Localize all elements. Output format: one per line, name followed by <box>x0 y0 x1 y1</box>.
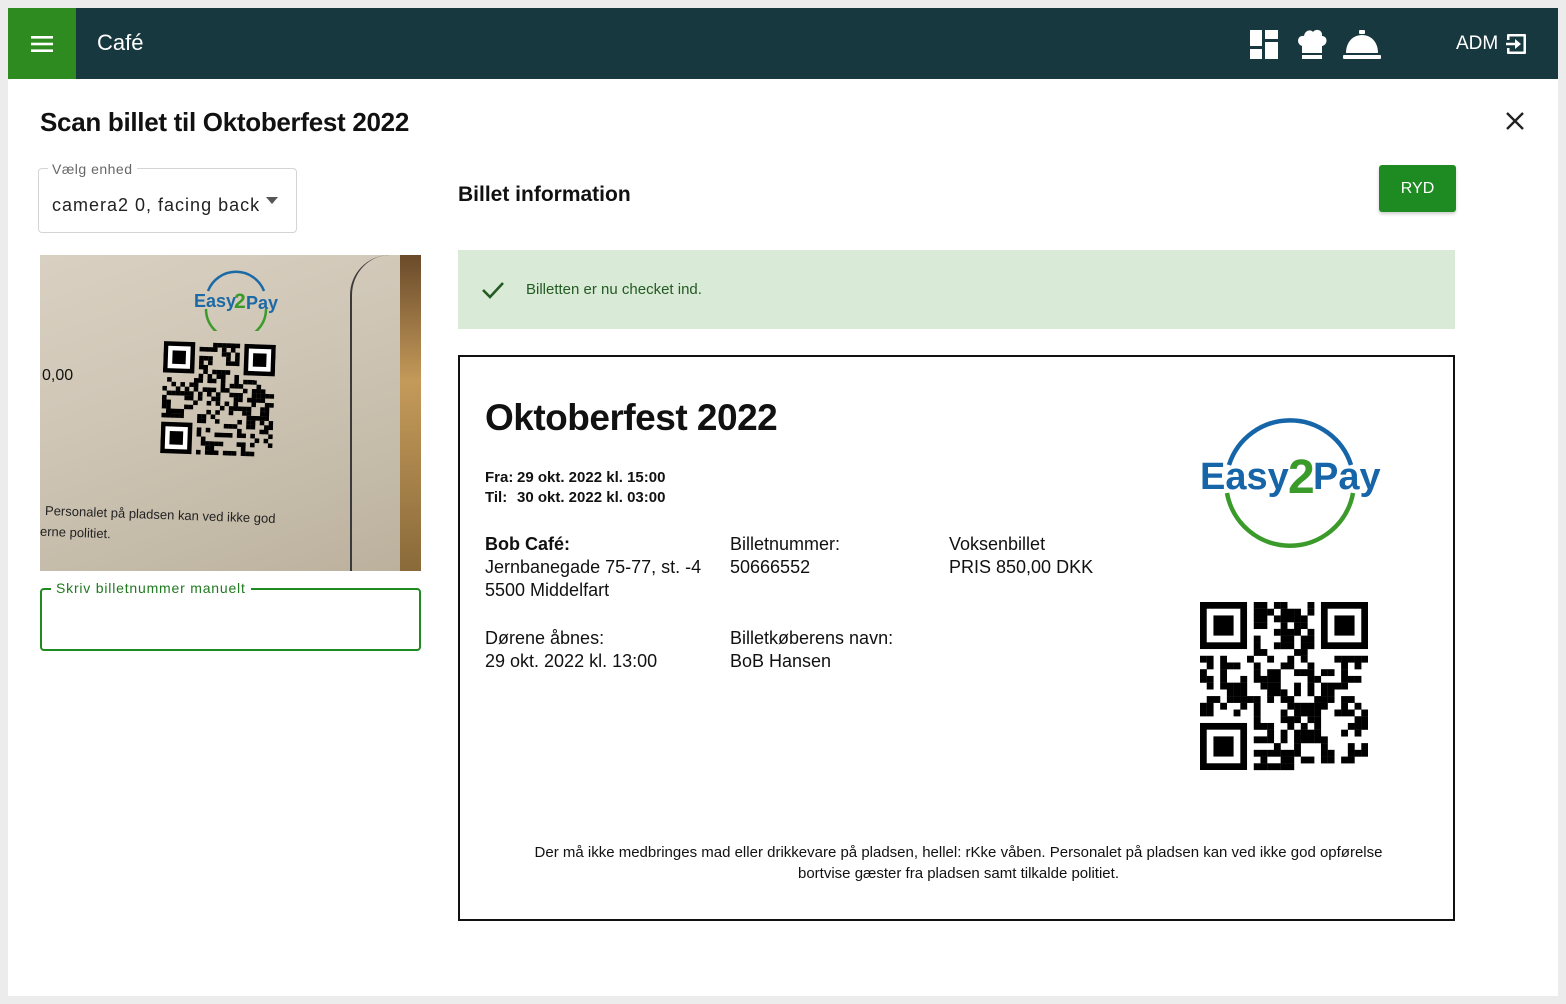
dialog-title: Scan billet til Oktoberfest 2022 <box>40 107 409 137</box>
ticket-number-block: Billetnummer: 50666552 <box>730 533 840 579</box>
table-edge <box>400 255 421 571</box>
camera-price-fragment: 0,00 <box>42 367 74 384</box>
chevron-down-icon <box>266 197 278 204</box>
from-label: Fra: <box>485 469 514 486</box>
buyer-block: Billetkøberens navn: BoB Hansen <box>730 627 893 673</box>
doors-block: Dørene åbnes: 29 okt. 2022 kl. 13:00 <box>485 627 657 673</box>
ticket-number: 50666552 <box>730 557 811 577</box>
event-name: Oktoberfest 2022 <box>485 397 778 438</box>
venue-name: Bob Café: <box>485 534 570 554</box>
logout-icon <box>1506 34 1527 54</box>
venue-block: Bob Café: Jernbanegade 75-77, st. -4 550… <box>485 533 701 602</box>
alert-message: Billetten er nu checket ind. <box>526 281 702 298</box>
manual-ticket-label: Skriv billetnummer manuelt <box>51 580 251 596</box>
ticket-type-block: Voksenbillet PRIS 850,00 DKK <box>949 533 1093 579</box>
svg-text:2: 2 <box>1288 451 1315 504</box>
easy2pay-logo: Easy 2 Pay <box>194 270 278 331</box>
camera-text-line1: Personalet på pladsen kan ved ikke god <box>44 502 276 527</box>
doors-value: 29 okt. 2022 kl. 13:00 <box>485 651 658 671</box>
svg-text:Pay: Pay <box>1313 456 1381 498</box>
close-icon[interactable] <box>1505 111 1525 131</box>
manual-ticket-field[interactable]: Skriv billetnummer manuelt <box>40 580 421 651</box>
venue-address1: Jernbanegade 75-77, st. -4 <box>485 557 702 577</box>
svg-text:Easy: Easy <box>194 291 236 311</box>
manual-ticket-input[interactable] <box>52 604 407 634</box>
success-alert: Billetten er nu checket ind. <box>458 250 1455 329</box>
doors-label: Dørene åbnes: <box>485 628 605 648</box>
app-window: Café ADM Scan billet til Oktoberfest 202… <box>8 8 1558 996</box>
camera-text-line2: erne politiet. <box>40 523 112 542</box>
user-label: ADM <box>1456 33 1499 54</box>
menu-icon <box>31 35 53 52</box>
ticket-card: Oktoberfest 2022 Fra: 29 okt. 2022 kl. 15… <box>458 355 1455 921</box>
device-select-label: Vælg enhed <box>48 161 137 177</box>
dashboard-icon[interactable] <box>1249 28 1279 60</box>
check-icon <box>482 281 504 299</box>
easy2pay-logo: Easy 2 Pay <box>1200 418 1381 548</box>
chef-hat-icon[interactable] <box>1296 28 1328 60</box>
from-value: 29 okt. 2022 kl. 15:00 <box>517 469 666 486</box>
ticket-qr-code <box>1200 602 1368 771</box>
svg-text:Pay: Pay <box>246 293 278 313</box>
ticket-terms-line2: bortvise gæster fra pladsen samt tilkald… <box>798 865 1119 882</box>
service-bell-icon[interactable] <box>1342 28 1382 60</box>
ticket-info-title: Billet information <box>458 183 631 206</box>
svg-text:Easy: Easy <box>1200 456 1289 498</box>
buyer-name: BoB Hansen <box>730 651 832 671</box>
to-label: Til: <box>485 489 508 506</box>
ticket-terms-line1: Der må ikke medbringes mad eller drikkev… <box>534 844 1383 861</box>
device-select[interactable]: Vælg enhed camera2 0, facing back <box>38 161 297 233</box>
device-select-value: camera2 0, facing back <box>52 195 261 215</box>
ticket-price: PRIS 850,00 DKK <box>949 557 1094 577</box>
svg-text:2: 2 <box>234 290 246 313</box>
top-app-bar: Café ADM <box>8 8 1558 79</box>
to-value: 30 okt. 2022 kl. 03:00 <box>517 489 666 506</box>
clear-button[interactable]: RYD <box>1379 165 1456 212</box>
paper-edge <box>350 255 400 571</box>
ticket-number-label: Billetnummer: <box>730 534 841 554</box>
venue-address2: 5500 Middelfart <box>485 580 610 600</box>
user-logout[interactable]: ADM <box>1456 32 1528 56</box>
event-dates: Fra: 29 okt. 2022 kl. 15:00 Til: 30 okt. 2… <box>485 468 665 508</box>
menu-button[interactable] <box>8 8 76 79</box>
ticket-type: Voksenbillet <box>949 534 1046 554</box>
camera-preview: Easy 2 Pay 0,00 Personalet på pladsen ka… <box>40 255 421 571</box>
app-title: Café <box>97 30 144 55</box>
ticket-terms: Der må ikke medbringes mad eller drikkev… <box>500 842 1417 884</box>
buyer-label: Billetkøberens navn: <box>730 628 894 648</box>
camera-qr-code <box>160 341 276 457</box>
